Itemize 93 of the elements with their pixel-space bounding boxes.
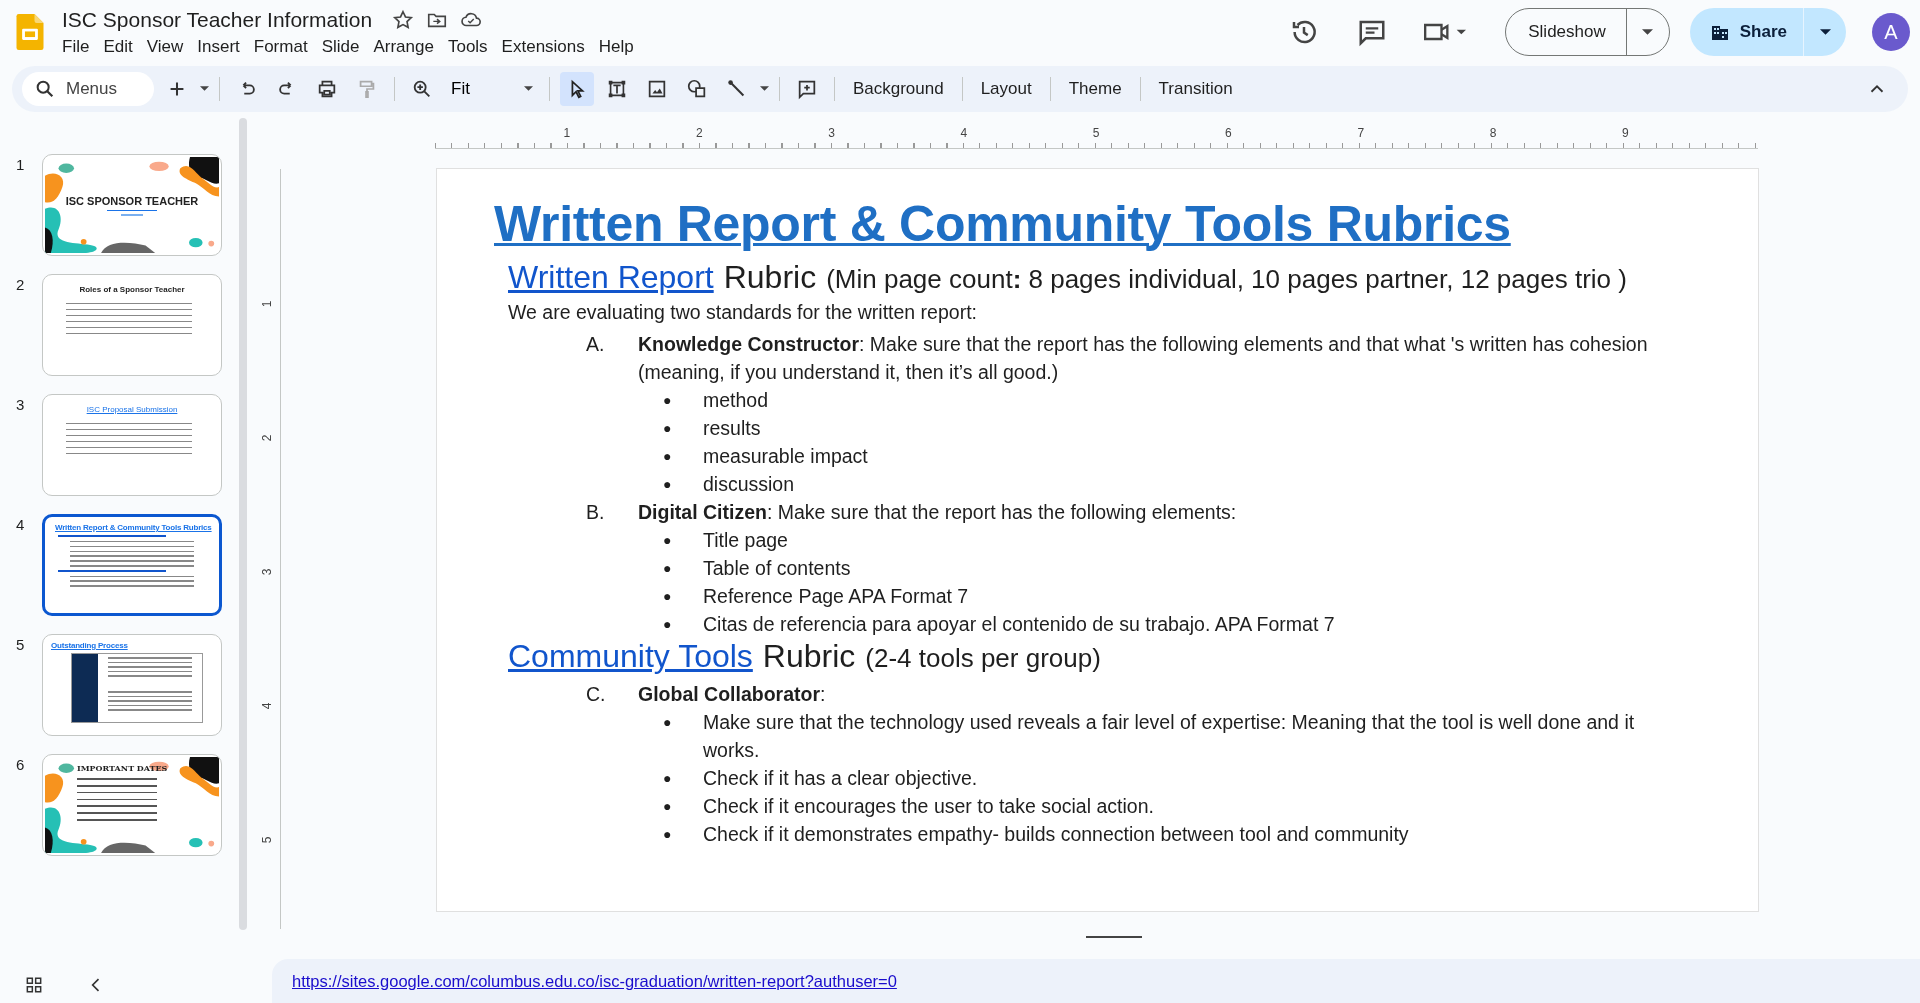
menu-item[interactable]: Tools [440,36,495,58]
menu-item[interactable]: Extensions [494,36,592,58]
document-title[interactable]: ISC Sponsor Teacher Information [62,8,373,32]
menu-item[interactable]: Slide [314,36,367,58]
list-item-text: Digital Citizen: Make sure that the report has the following elements: [637,500,1238,525]
bullet-mark: ● [663,391,673,410]
text-line-drawing [107,209,157,211]
slide-thumbnail[interactable]: Written Report & Community Tools Rubrics [42,514,222,616]
menu-item[interactable]: Help [591,36,641,58]
bullet-mark: ● [663,419,673,438]
slide-number: 6 [16,756,26,775]
bullet-text: Check if it has a clear objective. [703,766,979,791]
bullet-text: Make sure that the technology used reveals a fair level of expertise: Meaning that the tool is well done and it works. [703,710,1636,763]
grid-view-icon[interactable] [24,975,44,995]
menu-item[interactable]: Format [246,36,315,58]
bullet-text: Check if it encourages the user to take social action. [703,794,1155,819]
list-item-text: Global Collaborator: [637,682,827,707]
body-text: We are evaluating two standards for the written report: [508,301,978,324]
bullet-mark: ● [663,475,673,494]
list-marker: B. [585,500,606,525]
bullet-mark: ● [663,447,673,466]
toolbar-button[interactable]: Transition [1150,79,1241,99]
status-link[interactable]: https://sites.google.com/columbus.edu.co/isc-graduation/written-report?authuser=0 [292,971,897,991]
horizontal-ruler: 1 2 3 4 5 6 7 8 9 [435,126,1758,149]
bullet-mark: ● [663,797,673,816]
caret-icon [1819,28,1831,36]
toolbar-button[interactable]: Background [844,79,952,99]
vertical-ruler: 1 2 3 4 5 [262,169,281,929]
toolbar-button[interactable]: Layout [972,79,1040,99]
menu-item[interactable]: Edit [96,36,140,58]
account-avatar[interactable]: A [1872,13,1910,51]
section-note: (2-4 tools per group) [865,643,1101,674]
bullet-text: results [703,416,762,441]
section-heading: Rubric [762,638,856,675]
thumbnail-title: Outstanding Process [51,641,129,650]
bullet-mark: ● [663,713,673,732]
slide-number: 4 [16,516,26,535]
slide-thumbnail[interactable]: ISC SPONSOR TEACHER [42,154,222,256]
bullet-mark: ● [663,769,673,788]
bullet-mark: ● [663,559,673,578]
section-heading: Rubric [723,259,817,296]
slide-thumbnail[interactable]: ISC Proposal Submission [42,394,222,496]
slide-thumbnail[interactable]: Outstanding Process [42,634,222,736]
bullet-mark: ● [663,531,673,550]
bullet-mark: ● [663,587,673,606]
slide-thumbnail[interactable]: Roles of a Sponsor Teacher [42,274,222,376]
bullet-text: Title page [703,528,789,553]
toolbar-button[interactable]: Theme [1060,79,1130,99]
section-link[interactable]: Written Report [508,259,714,296]
slide-number: 5 [16,636,26,655]
print-icon[interactable] [316,78,338,100]
shapes-icon[interactable] [685,78,708,100]
bullet-mark: ● [663,615,673,634]
thumbnail-title: ISC SPONSOR TEACHER [65,194,199,207]
bullet-text: method [703,388,770,413]
bullet-text: Reference Page APA Format 7 [703,584,970,609]
slide-title: Written Report & Community Tools Rubrics [494,195,1512,253]
thumbnail-title: IMPORTANT DATES [77,763,169,773]
menu-item[interactable]: File [55,36,97,58]
menu-item[interactable]: View [139,36,191,58]
menus-search-field[interactable]: Menus [22,72,154,106]
scrollbar[interactable] [239,118,247,930]
search-icon[interactable] [34,78,56,100]
list-marker: A. [585,332,606,357]
caret-icon [1642,28,1654,36]
bullet-text: Check if it demonstrates empathy- builds connection between tool and community [703,822,1410,847]
select-tool-button[interactable] [559,72,594,106]
caret-icon[interactable] [200,86,209,92]
list-marker: C. [585,682,607,707]
bullet-text: measurable impact [703,444,869,469]
thumbnail-title: Roles of a Sponsor Teacher [79,285,185,294]
text-line-drawing [121,214,143,216]
slide-number: 3 [16,396,26,415]
zoom-dropdown[interactable]: Fit [445,79,539,99]
star-icon[interactable] [392,9,415,31]
menu-item[interactable]: Arrange [366,36,441,58]
bullet-text: Citas de referencia para apoyar el contenido de su trabajo. APA Format 7 [703,612,1336,637]
caret-icon [523,86,533,92]
section-link[interactable]: Community Tools [508,638,753,675]
notes-resize-handle[interactable] [1086,936,1142,938]
slide-thumbnail[interactable]: IMPORTANT DATES [42,754,222,856]
caret-icon[interactable] [759,86,769,92]
bullet-text: discussion [703,472,796,497]
bullet-mark: ● [663,825,673,844]
slide[interactable] [436,168,1759,912]
bullet-text: Table of contents [703,556,852,581]
slide-number: 2 [16,276,26,295]
thumbnail-title: ISC Proposal Submission [86,405,178,414]
slide-number: 1 [16,156,26,175]
menu-item[interactable]: Insert [190,36,247,58]
zoom-icon[interactable] [411,78,433,100]
section-note: (Min page count: 8 pages individual, 10 pages partner, 12 pages trio ) [826,264,1627,295]
list-item-text: Knowledge Constructor: Make sure that the report has the following elements and that what 's written has cohesion (meaning, if you understand it, then it’s all good.) [637,332,1649,385]
